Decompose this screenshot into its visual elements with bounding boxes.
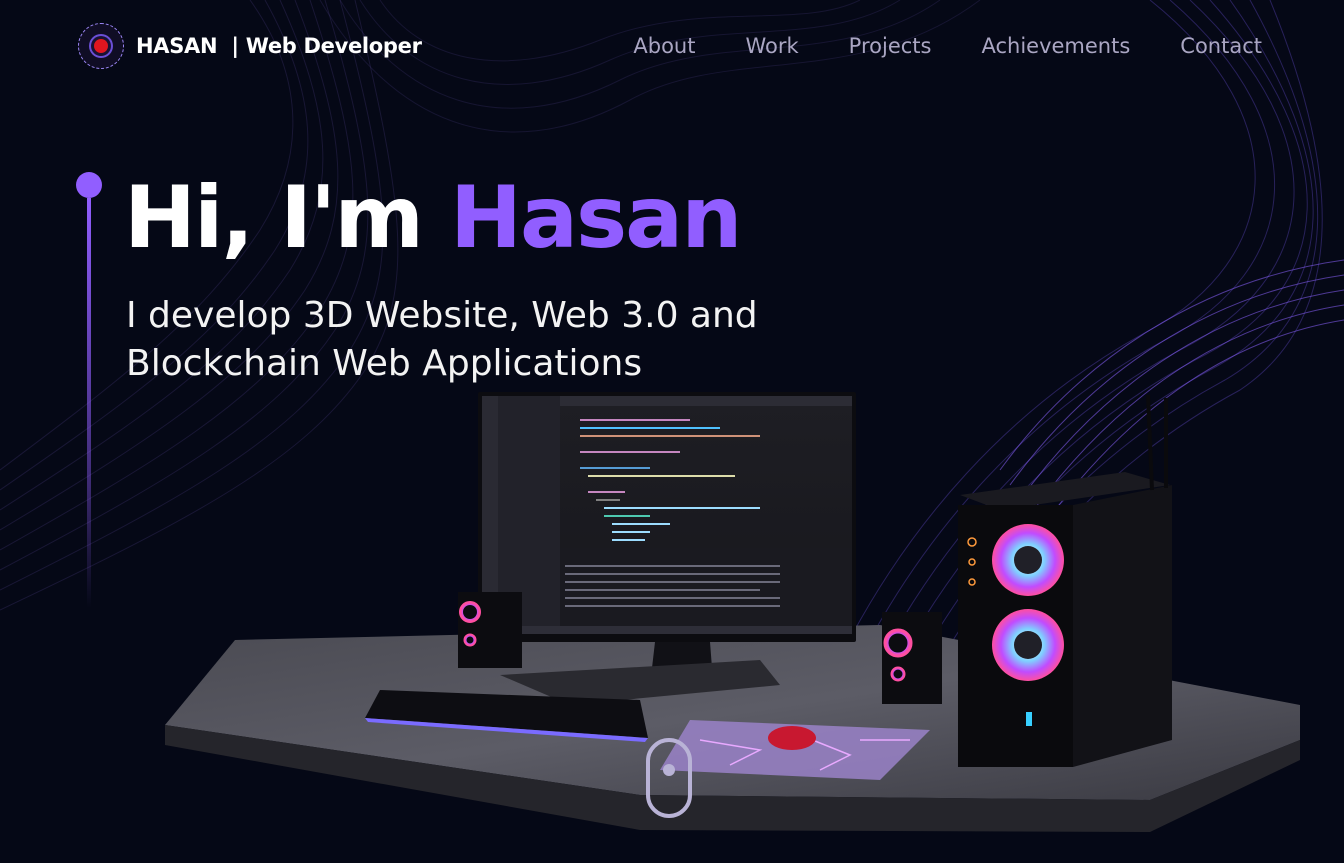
hero-name: Hasan bbox=[449, 168, 742, 268]
hero-subtitle-line2: Blockchain Web Applications bbox=[126, 343, 643, 384]
brand-logo-icon bbox=[78, 23, 124, 69]
nav-link-contact[interactable]: Contact bbox=[1180, 34, 1262, 58]
mouse-scroll-icon bbox=[663, 764, 675, 776]
brand-separator: | bbox=[231, 34, 239, 58]
hero-decor-ball bbox=[76, 172, 102, 198]
hero-decor-stem bbox=[87, 198, 91, 608]
editor-terminal bbox=[560, 548, 852, 628]
hero-subtitle: I develop 3D Website, Web 3.0 and Blockc… bbox=[126, 292, 826, 388]
nav-link-achievements[interactable]: Achievements bbox=[981, 34, 1130, 58]
hero-decor-line bbox=[76, 172, 102, 612]
pc-tower-side bbox=[1073, 485, 1172, 767]
brand-text: HASAN | Web Developer bbox=[136, 34, 422, 58]
nav-link-about[interactable]: About bbox=[633, 34, 695, 58]
brand-name: HASAN bbox=[136, 34, 218, 58]
navbar: HASAN | Web Developer About Work Project… bbox=[0, 0, 1344, 92]
nav-links: About Work Projects Achievements Contact bbox=[633, 34, 1262, 58]
editor-tabbar bbox=[560, 396, 852, 406]
right-speaker bbox=[882, 612, 942, 704]
hero-title: Hi, I'm Hasan bbox=[124, 163, 742, 273]
nav-link-work[interactable]: Work bbox=[745, 34, 798, 58]
brand-tagline: Web Developer bbox=[245, 34, 422, 58]
scroll-down-button[interactable] bbox=[646, 738, 692, 818]
hero-subtitle-line1: I develop 3D Website, Web 3.0 and bbox=[126, 295, 758, 336]
gaming-mouse bbox=[768, 726, 816, 750]
editor-statusbar bbox=[482, 626, 852, 634]
nav-link-projects[interactable]: Projects bbox=[849, 34, 932, 58]
brand-home-link[interactable]: HASAN | Web Developer bbox=[78, 23, 422, 69]
hero-greeting: Hi, I'm bbox=[124, 168, 424, 268]
